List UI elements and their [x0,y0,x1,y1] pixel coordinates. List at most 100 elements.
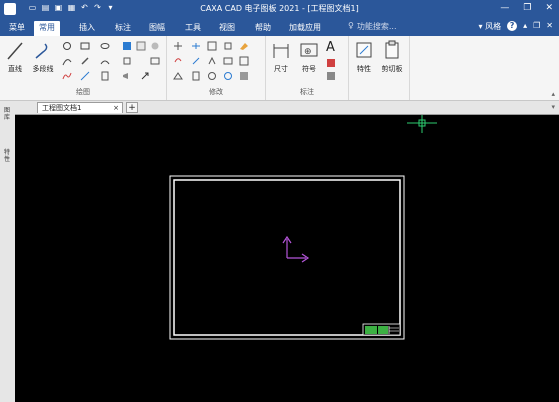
explode-icon[interactable] [239,56,249,66]
dimension-group: 尺寸 ⊕ 符号 A 标注 [266,36,349,100]
drawing-svg [169,115,437,340]
collapse-ribbon-icon[interactable]: ▴ [551,90,555,98]
size-label: 尺寸 [274,65,288,73]
construction-line-icon[interactable] [80,71,90,81]
document-tab[interactable]: 工程图文档1 × [37,102,123,113]
quick-access-toolbar: ▭ ▤ ▣ ▦ ↶ ↷ ▾ [28,3,115,15]
fillet-icon[interactable] [207,56,217,66]
move-icon[interactable] [173,41,183,51]
polyline-label: 多段线 [32,65,54,73]
crosshair-cursor-icon [407,115,437,133]
trim-icon[interactable] [191,41,201,51]
polyline-button[interactable]: 多段线 [30,40,56,74]
properties-button[interactable]: 特性 [351,40,377,74]
copy-icon[interactable] [173,71,183,81]
title-bar: ▭ ▤ ▣ ▦ ↶ ↷ ▾ CAXA CAD 电子图板 2021 - [工程图文… [0,0,559,18]
search-placeholder: 功能搜索... [356,22,397,31]
tab-menu[interactable]: 菜单 [4,21,30,36]
dimension-icon [273,44,289,58]
document-tab-strip: 工程图文档1 × + ▾ [15,101,559,115]
eraser-icon[interactable] [239,41,249,51]
tab-insert[interactable]: 插入 [74,21,100,36]
chamfer-icon[interactable] [207,71,217,81]
minimize-button[interactable]: — [500,3,509,13]
line-label: 直线 [8,65,22,73]
properties-group: 特性 剪切板 [349,36,410,100]
clipboard-icon [385,40,399,59]
tab-load-app[interactable]: 加载应用 [284,21,326,36]
arc-3pt-icon[interactable] [100,56,110,66]
ribbon-minimize-icon[interactable]: ▴ [523,21,527,32]
size-button[interactable]: 尺寸 [268,40,294,74]
print-icon[interactable]: ▦ [67,3,76,12]
spline-icon[interactable] [62,71,72,81]
add-document-tab-button[interactable]: + [126,102,138,113]
new-file-icon[interactable]: ▭ [28,3,37,12]
pen-icon[interactable] [80,56,90,66]
function-search[interactable]: ♀ 功能搜索... [348,21,397,32]
stretch-icon[interactable] [191,71,201,81]
customize-quick-access-icon[interactable]: ▾ [106,3,115,12]
text-style-icon[interactable] [326,71,336,81]
arrow-icon[interactable] [140,71,150,81]
polyline-icon [35,43,48,59]
open-file-icon[interactable]: ▤ [41,3,50,12]
tab-help[interactable]: 帮助 [250,21,276,36]
style-dropdown[interactable]: ▾ 风格 [479,21,502,32]
style-label: 风格 [485,22,502,31]
tab-annotate[interactable]: 标注 [110,21,136,36]
tab-common[interactable]: 常用 [34,21,60,36]
pattern-icon[interactable] [239,71,249,81]
undo-icon[interactable]: ↶ [80,3,89,12]
restore-button[interactable]: ❐ [523,3,531,13]
tab-list-icon[interactable]: ▾ [551,103,555,111]
tab-sheet[interactable]: 图幅 [144,21,170,36]
menubar-right: ▾ 风格 ? ▴ ❐ ✕ [479,21,553,32]
grid-icon[interactable] [100,71,110,81]
line-button[interactable]: 直线 [2,40,28,74]
circle-icon[interactable] [62,41,72,51]
megaphone-icon[interactable] [122,71,132,81]
line-icon [7,42,23,60]
ribbon-tab-bar: 菜单 常用 插入 标注 图幅 工具 视图 帮助 加载应用 ♀ 功能搜索... ▾… [0,18,559,36]
clipboard-label: 剪切板 [381,65,403,73]
sidepanel-tab-properties[interactable]: 特性 [2,149,12,163]
offset-icon[interactable] [223,56,233,66]
hatch-icon[interactable] [122,41,132,51]
symbol-icon: ⊕ [300,43,318,57]
symbol-label: 符号 [302,65,316,73]
break-icon[interactable] [223,71,233,81]
save-icon[interactable]: ▣ [54,3,63,12]
doc-close-icon[interactable]: ✕ [546,21,553,32]
table-icon[interactable] [150,56,160,66]
clipboard-button[interactable]: 剪切板 [379,40,405,74]
rectangle-icon[interactable] [80,41,90,51]
sidepanel-tab-library[interactable]: 图库 [2,107,12,121]
dimension-group-label: 标注 [300,88,314,96]
app-logo-icon[interactable] [4,3,16,15]
symbol-button[interactable]: ⊕ 符号 [296,40,322,74]
text-button[interactable]: A [326,40,335,55]
help-icon[interactable]: ? [507,21,518,31]
doc-restore-icon[interactable]: ❐ [533,21,540,32]
rotate-icon[interactable] [173,56,183,66]
arc-icon[interactable] [62,56,72,66]
text-block-icon[interactable] [122,56,132,66]
insert-image-icon[interactable] [136,41,146,51]
array-icon[interactable] [207,41,217,51]
draw-group: 直线 多段线 绘图 [0,36,167,100]
document-tab-label: 工程图文档1 [42,104,82,112]
dimension-style-icon[interactable] [326,58,336,68]
document-tab-close-icon[interactable]: × [113,103,119,114]
redo-icon[interactable]: ↷ [93,3,102,12]
close-button[interactable]: ✕ [545,3,553,13]
tab-tools[interactable]: 工具 [180,21,206,36]
tab-view[interactable]: 视图 [214,21,240,36]
side-panel: 图库 特性 [0,101,16,402]
scale-icon[interactable] [223,41,233,51]
drawing-canvas[interactable] [15,115,559,402]
ellipse-icon[interactable] [100,41,110,51]
ribbon: 直线 多段线 绘图 修改 尺寸 ⊕ 符号 A 标注 特性 剪切板 ▴ [0,36,559,101]
block-icon[interactable] [150,41,160,51]
mirror-icon[interactable] [191,56,201,66]
